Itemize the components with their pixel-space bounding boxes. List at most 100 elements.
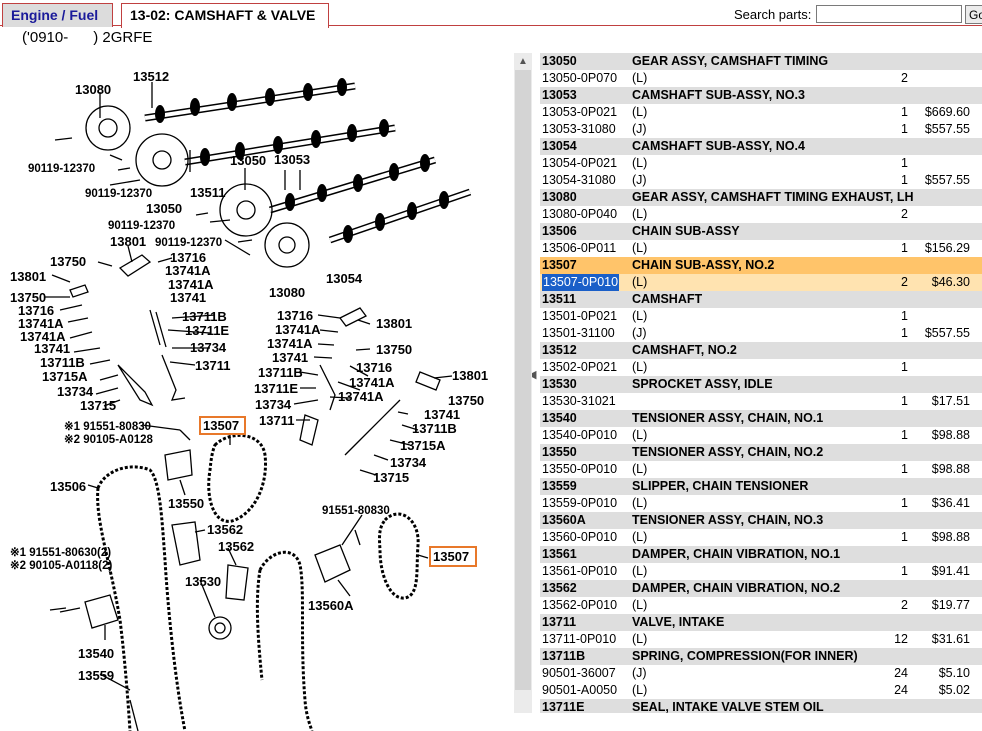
diagram-label[interactable]: 90119-12370 <box>108 220 175 232</box>
diagram-label[interactable]: 13734 <box>255 397 292 412</box>
part-group-row[interactable]: 13711 VALVE, INTAKE <box>540 614 982 631</box>
diagram-label[interactable]: 13801 <box>376 316 412 331</box>
diagram-label[interactable]: 13734 <box>190 340 227 355</box>
diagram-label[interactable]: 13715A <box>42 369 88 384</box>
part-group-row[interactable]: 13550 TENSIONER ASSY, CHAIN, NO.2 <box>540 444 982 461</box>
diagram-label[interactable]: 13050 <box>230 153 266 168</box>
part-group-row[interactable]: 13530 SPROCKET ASSY, IDLE <box>540 376 982 393</box>
part-row[interactable]: 13540-0P010 (L) 1 $98.88 <box>540 427 982 444</box>
part-row[interactable]: 13711-0P010 (L) 12 $31.61 <box>540 631 982 648</box>
part-group-row[interactable]: 13080 GEAR ASSY, CAMSHAFT TIMING EXHAUST,… <box>540 189 982 206</box>
part-group-row[interactable]: 13511 CAMSHAFT <box>540 291 982 308</box>
diagram-label[interactable]: ※1 91551-80830 <box>64 420 151 433</box>
diagram-label[interactable]: 13054 <box>326 271 363 286</box>
diagram-label[interactable]: 13530 <box>185 574 221 589</box>
part-row[interactable]: 13530-31021 1 $17.51 <box>540 393 982 410</box>
part-group-row[interactable]: 13050 GEAR ASSY, CAMSHAFT TIMING <box>540 53 982 70</box>
go-button[interactable]: Go <box>965 5 982 24</box>
part-group-row[interactable]: 13506 CHAIN SUB-ASSY <box>540 223 982 240</box>
part-group-row[interactable]: 13711E SEAL, INTAKE VALVE STEM OIL <box>540 699 982 713</box>
diagram-label[interactable]: 13750 <box>50 254 86 269</box>
diagram-label[interactable]: 90119-12370 <box>28 163 95 175</box>
diagram-label[interactable]: ※1 91551-80630(2) <box>10 546 111 559</box>
part-group-row[interactable]: 13512 CAMSHAFT, NO.2 <box>540 342 982 359</box>
part-row[interactable]: 13054-0P021 (L) 1 <box>540 155 982 172</box>
tab-camshaft-valve[interactable]: 13-02: CAMSHAFT & VALVE <box>121 3 329 28</box>
part-row[interactable]: 13054-31080 (J) 1 $557.55 <box>540 172 982 189</box>
diagram-label[interactable]: 13741A <box>275 322 321 337</box>
part-row[interactable]: 13559-0P010 (L) 1 $36.41 <box>540 495 982 512</box>
part-row[interactable]: 13053-0P021 (L) 1 $669.60 <box>540 104 982 121</box>
diagram-label[interactable]: 13801 <box>452 368 488 383</box>
diagram-label[interactable]: 13715 <box>373 470 409 485</box>
diagram-label[interactable]: ※2 90105-A0118(2) <box>10 559 113 572</box>
part-row[interactable]: 90501-36007 (J) 24 $5.10 <box>540 665 982 682</box>
diagram-label[interactable]: 13715A <box>400 438 446 453</box>
scroll-up-icon[interactable]: ▲ <box>514 53 532 70</box>
part-group-row[interactable]: 13054 CAMSHAFT SUB-ASSY, NO.4 <box>540 138 982 155</box>
diagram-label[interactable]: 13734 <box>390 455 427 470</box>
diagram-label[interactable]: 13053 <box>274 152 310 167</box>
part-row[interactable]: 13507-0P010 (L) 2 $46.30 <box>540 274 982 291</box>
part-group-row[interactable]: 13053 CAMSHAFT SUB-ASSY, NO.3 <box>540 87 982 104</box>
part-row[interactable]: 13560-0P010 (L) 1 $98.88 <box>540 529 982 546</box>
diagram-label[interactable]: 13711B <box>40 355 85 370</box>
diagram-label[interactable]: 13741 <box>424 407 460 422</box>
diagram-label[interactable]: 13716 <box>277 308 313 323</box>
diagram-label[interactable]: 13716 <box>356 360 392 375</box>
diagram-label-13507[interactable]: 13507 <box>433 549 469 564</box>
diagram-label-13507[interactable]: 13507 <box>203 418 239 433</box>
diagram-label[interactable]: 13540 <box>78 646 114 661</box>
part-row[interactable]: 13502-0P021 (L) 1 <box>540 359 982 376</box>
diagram-label[interactable]: 13711E <box>185 323 229 338</box>
diagram-label[interactable]: 13741A <box>267 336 313 351</box>
diagram-label[interactable]: 13750 <box>448 393 484 408</box>
diagram-label[interactable]: 13801 <box>110 234 146 249</box>
part-group-row[interactable]: 13562 DAMPER, CHAIN VIBRATION, NO.2 <box>540 580 982 597</box>
scroll-thumb[interactable] <box>515 70 531 690</box>
part-row[interactable]: 13501-0P021 (L) 1 <box>540 308 982 325</box>
diagram-label[interactable]: 90119-12370 <box>85 188 152 200</box>
part-row[interactable]: 13080-0P040 (L) 2 <box>540 206 982 223</box>
diagram-label[interactable]: 13801 <box>10 269 46 284</box>
scrollbar[interactable]: ▲ <box>514 53 532 713</box>
part-row[interactable]: 13050-0P070 (L) 2 <box>540 70 982 87</box>
diagram-label[interactable]: 13711B <box>258 365 303 380</box>
diagram-label[interactable]: 13711B <box>182 309 227 324</box>
diagram-label[interactable]: 13050 <box>146 201 182 216</box>
diagram-label[interactable]: 13559 <box>78 668 114 683</box>
search-input[interactable] <box>816 5 962 23</box>
diagram-label[interactable]: 13550 <box>168 496 204 511</box>
diagram-label[interactable]: 13560A <box>308 598 354 613</box>
diagram-label[interactable]: 13562 <box>207 522 243 537</box>
part-group-row[interactable]: 13559 SLIPPER, CHAIN TENSIONER <box>540 478 982 495</box>
diagram-label[interactable]: 13080 <box>75 82 111 97</box>
diagram-label[interactable]: 13741A <box>349 375 395 390</box>
part-row[interactable]: 13562-0P010 (L) 2 $19.77 <box>540 597 982 614</box>
diagram-label[interactable]: 13512 <box>133 69 169 84</box>
part-group-row[interactable]: 13540 TENSIONER ASSY, CHAIN, NO.1 <box>540 410 982 427</box>
diagram-label[interactable]: 13741 <box>34 341 70 356</box>
diagram-label[interactable]: 13711 <box>195 358 230 373</box>
diagram-label[interactable]: 13080 <box>269 285 305 300</box>
diagram-label[interactable]: 90119-12370 <box>155 237 222 249</box>
diagram-label[interactable]: 13711E <box>254 381 298 396</box>
diagram-label[interactable]: 91551-80830 <box>322 505 390 517</box>
part-group-row[interactable]: 13561 DAMPER, CHAIN VIBRATION, NO.1 <box>540 546 982 563</box>
tab-engine-fuel[interactable]: Engine / Fuel <box>2 3 113 27</box>
diagram-label[interactable]: 13734 <box>57 384 94 399</box>
part-group-row[interactable]: 13507 CHAIN SUB-ASSY, NO.2 <box>540 257 982 274</box>
part-row[interactable]: 13550-0P010 (L) 1 $98.88 <box>540 461 982 478</box>
diagram-label[interactable]: ※2 90105-A0128 <box>64 433 154 446</box>
diagram-label[interactable]: 13506 <box>50 479 86 494</box>
parts-diagram[interactable]: 13512 13080 90119-12370 90119-12370 1305… <box>0 50 510 731</box>
diagram-label[interactable]: 13715 <box>80 398 116 413</box>
diagram-label[interactable]: 13741 <box>272 350 308 365</box>
part-row[interactable]: 13053-31080 (J) 1 $557.55 <box>540 121 982 138</box>
part-row[interactable]: 90501-A0050 (L) 24 $5.02 <box>540 682 982 699</box>
part-row[interactable]: 13501-31100 (J) 1 $557.55 <box>540 325 982 342</box>
diagram-label[interactable]: 13750 <box>376 342 412 357</box>
diagram-label[interactable]: 13741A <box>338 389 384 404</box>
diagram-label[interactable]: 13741 <box>170 290 206 305</box>
part-group-row[interactable]: 13711B SPRING, COMPRESSION(FOR INNER) <box>540 648 982 665</box>
